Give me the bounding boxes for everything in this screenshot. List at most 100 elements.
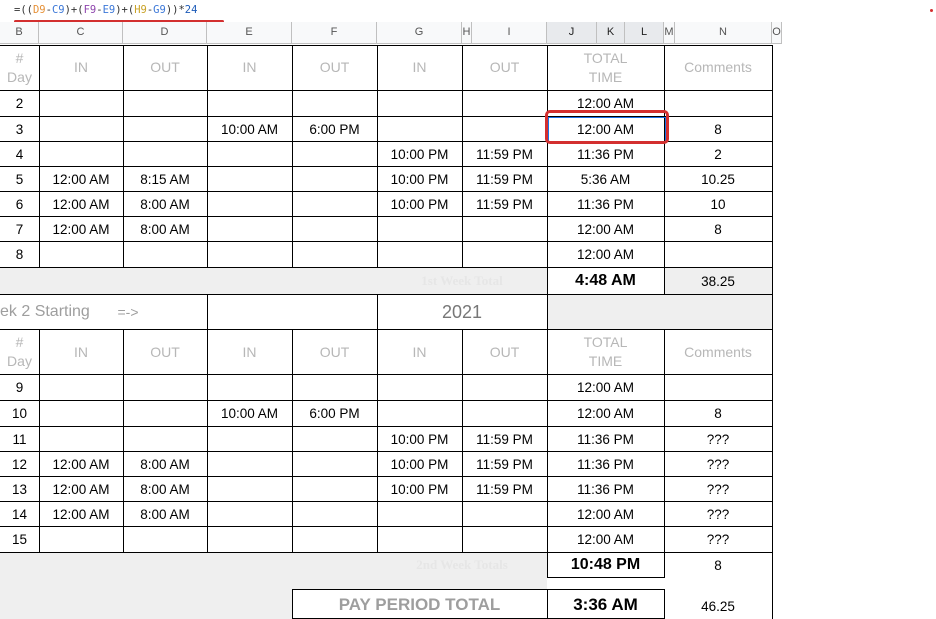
time-cell[interactable]: 10:00 PM [377, 477, 462, 502]
total-time-cell[interactable]: 12:00 AM [547, 375, 664, 400]
time-cell[interactable] [207, 192, 292, 217]
time-cell[interactable] [39, 142, 123, 167]
time-cell[interactable] [292, 242, 377, 267]
time-cell[interactable] [292, 452, 377, 477]
total-time-cell[interactable]: 12:00 AM [547, 242, 664, 267]
time-cell[interactable] [292, 91, 377, 116]
time-cell[interactable] [207, 167, 292, 192]
comment-cell[interactable]: ??? [664, 427, 772, 452]
comment-cell[interactable]: 10.25 [664, 167, 772, 192]
time-cell[interactable]: 6:00 PM [292, 401, 377, 426]
time-cell[interactable]: 11:59 PM [462, 192, 547, 217]
day-cell[interactable]: 5 [0, 167, 39, 192]
time-cell[interactable]: 12:00 AM [39, 217, 123, 242]
time-cell[interactable] [292, 427, 377, 452]
time-cell[interactable] [207, 477, 292, 502]
column-header-h[interactable]: H [462, 22, 472, 44]
time-cell[interactable]: 10:00 PM [377, 427, 462, 452]
time-cell[interactable] [292, 502, 377, 527]
column-header-l[interactable]: L [625, 22, 664, 44]
time-cell[interactable]: 12:00 AM [39, 502, 123, 527]
total-time-cell[interactable]: 5:36 AM [547, 167, 664, 192]
total-time-cell[interactable]: 11:36 PM [547, 477, 664, 502]
time-cell[interactable]: 8:00 AM [123, 192, 207, 217]
time-cell[interactable] [377, 502, 462, 527]
time-cell[interactable]: 10:00 PM [377, 142, 462, 167]
time-cell[interactable] [292, 192, 377, 217]
column-header-b[interactable]: B [0, 22, 39, 44]
time-cell[interactable]: 12:00 AM [39, 192, 123, 217]
column-header-e[interactable]: E [207, 22, 292, 44]
time-cell[interactable] [207, 142, 292, 167]
day-cell[interactable]: 13 [0, 477, 39, 502]
time-cell[interactable] [292, 217, 377, 242]
total-time-cell[interactable]: 12:00 AM [547, 502, 664, 527]
day-cell[interactable]: 9 [0, 375, 39, 400]
comment-cell[interactable] [664, 242, 772, 267]
time-cell[interactable]: 10:00 PM [377, 192, 462, 217]
time-cell[interactable] [207, 217, 292, 242]
formula-bar[interactable]: =((D9-C9)+(F9-E9)+(H9-G9))*24 [14, 2, 197, 20]
time-cell[interactable] [39, 527, 123, 552]
time-cell[interactable] [39, 117, 123, 142]
time-cell[interactable] [377, 375, 462, 400]
column-header-i[interactable]: I [472, 22, 547, 44]
day-cell[interactable]: 10 [0, 401, 39, 426]
comment-cell[interactable] [664, 91, 772, 116]
day-cell[interactable]: 7 [0, 217, 39, 242]
time-cell[interactable] [123, 242, 207, 267]
column-header-j[interactable]: J [547, 22, 597, 44]
time-cell[interactable] [39, 242, 123, 267]
time-cell[interactable] [39, 427, 123, 452]
time-cell[interactable] [292, 477, 377, 502]
time-cell[interactable] [207, 527, 292, 552]
time-cell[interactable]: 11:59 PM [462, 452, 547, 477]
time-cell[interactable] [462, 375, 547, 400]
time-cell[interactable]: 10:00 PM [377, 452, 462, 477]
time-cell[interactable] [377, 527, 462, 552]
total-time-cell[interactable]: 11:36 PM [547, 427, 664, 452]
day-cell[interactable]: 4 [0, 142, 39, 167]
day-cell[interactable]: 2 [0, 91, 39, 116]
day-cell[interactable]: 8 [0, 242, 39, 267]
column-header-c[interactable]: C [39, 22, 123, 44]
column-header-f[interactable]: F [292, 22, 377, 44]
time-cell[interactable] [207, 427, 292, 452]
comment-cell[interactable]: 8 [664, 401, 772, 426]
total-time-cell[interactable]: 11:36 PM [547, 192, 664, 217]
time-cell[interactable] [123, 375, 207, 400]
time-cell[interactable] [377, 217, 462, 242]
column-header-d[interactable]: D [123, 22, 207, 44]
comment-cell[interactable]: 2 [664, 142, 772, 167]
comment-cell[interactable]: ??? [664, 527, 772, 552]
day-cell[interactable]: 15 [0, 527, 39, 552]
column-header-g[interactable]: G [377, 22, 462, 44]
time-cell[interactable]: 11:59 PM [462, 477, 547, 502]
time-cell[interactable]: 8:00 AM [123, 502, 207, 527]
total-time-cell[interactable]: 12:00 AM [547, 217, 664, 242]
time-cell[interactable] [207, 502, 292, 527]
time-cell[interactable] [462, 527, 547, 552]
day-cell[interactable]: 14 [0, 502, 39, 527]
day-cell[interactable]: 6 [0, 192, 39, 217]
time-cell[interactable] [207, 452, 292, 477]
time-cell[interactable] [462, 91, 547, 116]
time-cell[interactable] [207, 91, 292, 116]
time-cell[interactable]: 10:00 PM [377, 167, 462, 192]
time-cell[interactable] [292, 167, 377, 192]
comment-cell[interactable]: ??? [664, 502, 772, 527]
comment-cell[interactable]: 8 [664, 117, 772, 142]
total-time-cell[interactable]: 12:00 AM [547, 401, 664, 426]
column-header-m[interactable]: M [664, 22, 675, 44]
total-time-cell[interactable]: 11:36 PM [547, 142, 664, 167]
time-cell[interactable]: 11:59 PM [462, 427, 547, 452]
time-cell[interactable] [123, 401, 207, 426]
time-cell[interactable]: 6:00 PM [292, 117, 377, 142]
time-cell[interactable]: 10:00 AM [207, 401, 292, 426]
comment-cell[interactable]: ??? [664, 477, 772, 502]
time-cell[interactable]: 12:00 AM [39, 167, 123, 192]
day-cell[interactable]: 12 [0, 452, 39, 477]
time-cell[interactable]: 12:00 AM [39, 477, 123, 502]
time-cell[interactable] [39, 91, 123, 116]
time-cell[interactable] [39, 401, 123, 426]
